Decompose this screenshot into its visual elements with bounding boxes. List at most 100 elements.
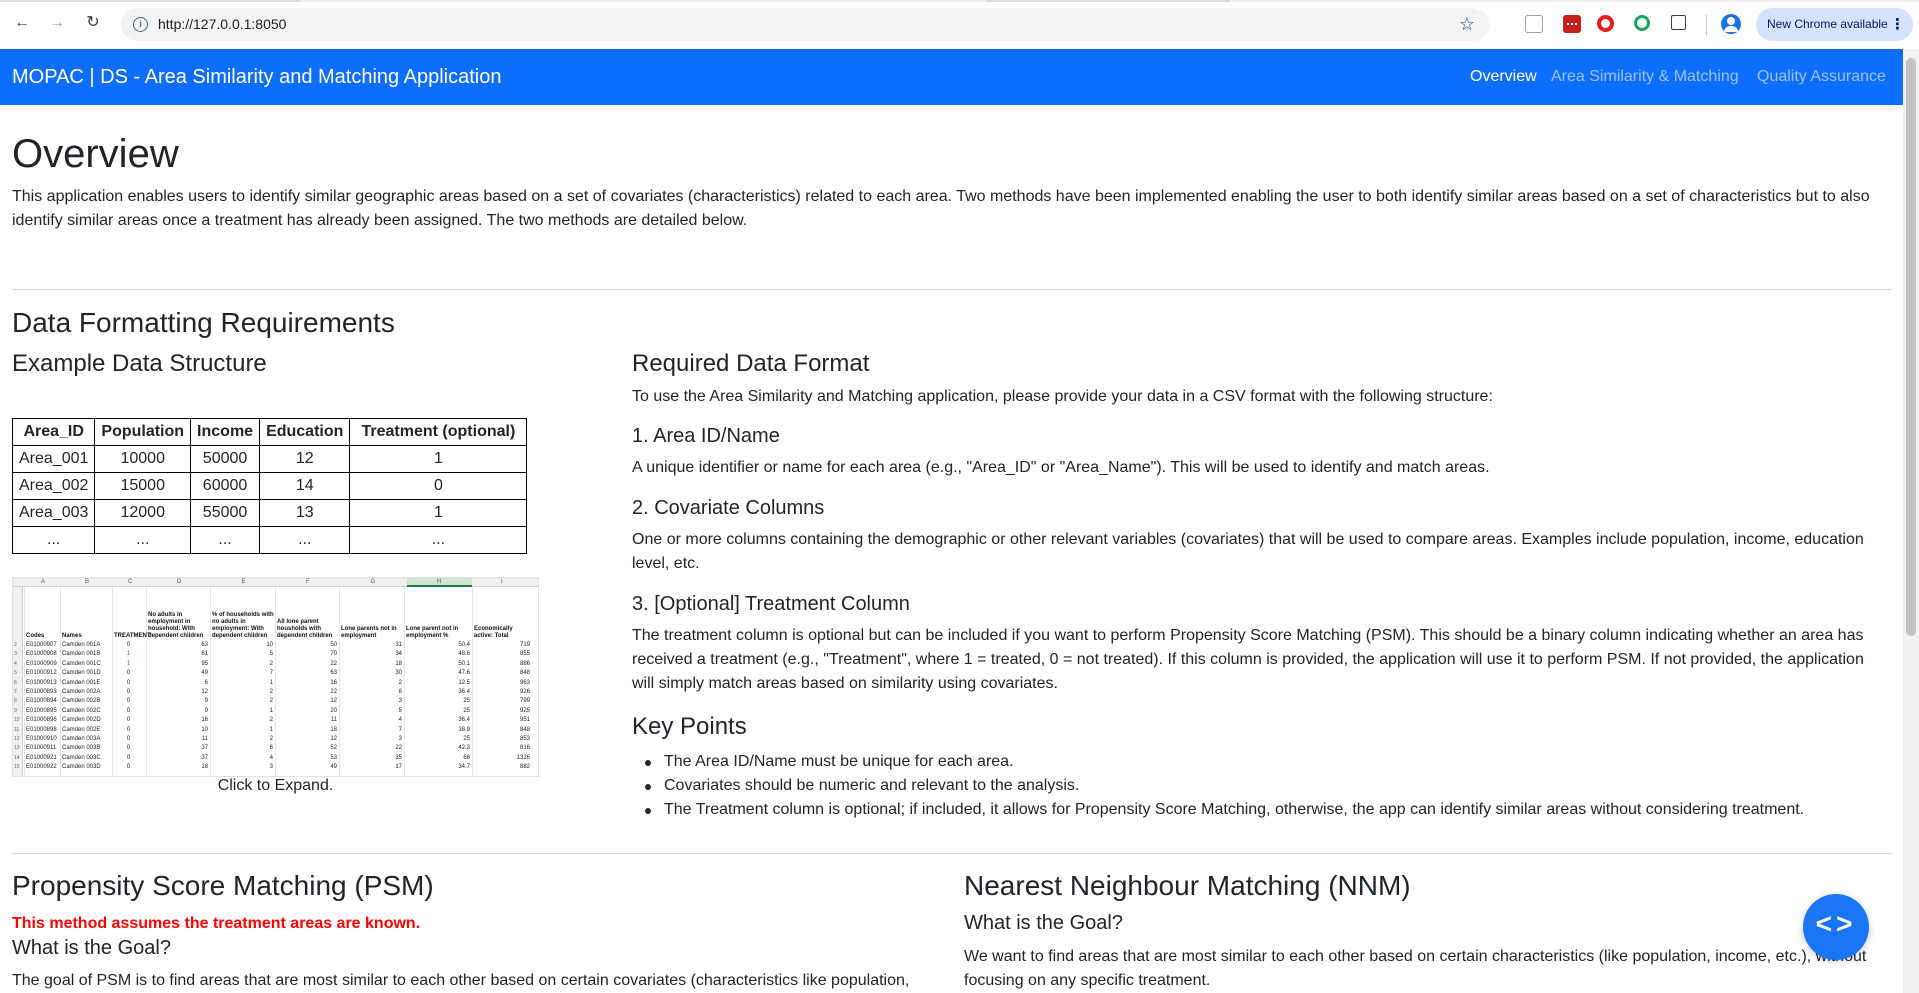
sheet-row-number: 6 — [14, 679, 17, 686]
section-text-treatment-3: will simply match areas based on similar… — [632, 675, 1058, 692]
sheet-cell: 2 — [269, 660, 273, 667]
list-item: The Treatment column is optional; if inc… — [632, 798, 1892, 822]
reload-icon[interactable]: ↻ — [83, 13, 103, 33]
sheet-cell: 1 — [126, 651, 131, 658]
sync-extension-icon[interactable] — [1634, 15, 1650, 31]
sheet-cell: 6 — [204, 679, 208, 686]
table-cell: Area_002 — [11, 472, 96, 500]
red-extension-icon[interactable] — [1563, 15, 1581, 33]
section-title-covariates: 2. Covariate Columns — [632, 497, 825, 519]
sheet-cell: E01000896 — [26, 717, 57, 724]
sheet-cell: 0 — [126, 689, 131, 695]
sheet-cell: 53 — [330, 754, 337, 761]
code-toggle-button[interactable]: <> — [1803, 894, 1869, 960]
sheet-cell: 925 — [519, 707, 530, 714]
profile-icon[interactable] — [1721, 14, 1741, 34]
psm-title: Propensity Score Matching (PSM) — [12, 870, 434, 901]
sheet-header-cell: Names — [62, 633, 82, 639]
sheet-cell: Camden 002B — [62, 698, 101, 705]
data-formatting-title: Data Formatting Requirements — [12, 307, 395, 338]
sheet-cell: 0 — [126, 754, 131, 761]
app-navbar: MOPAC | DS - Area Similarity and Matchin… — [0, 49, 1903, 105]
sheet-cell: E01000894 — [26, 698, 57, 705]
sheet-cell: 8 — [398, 689, 402, 695]
sheet-cell: 853 — [519, 736, 530, 742]
spreadsheet-preview-image[interactable]: A B C D E F G H I Codes Names TREATMENT No adults in… — [12, 577, 539, 777]
back-arrow-icon[interactable]: ← — [12, 13, 32, 33]
sheet-cell: 50 — [330, 642, 337, 648]
nav-area-similarity-matching[interactable]: Area Similarity & Matching — [1551, 68, 1739, 86]
app-brand[interactable]: MOPAC | DS - Area Similarity and Matchin… — [12, 66, 501, 89]
browser-toolbar: ← → ↻ i http://127.0.0.1:8050 ☆ New Chro… — [0, 0, 1919, 49]
sheet-cell: 3 — [269, 764, 273, 771]
sheet-cell: 926 — [519, 689, 530, 695]
sheet-cell: 848 — [519, 726, 530, 733]
sheet-cell: Camden 001C — [62, 660, 101, 667]
forward-arrow-icon[interactable]: → — [47, 13, 67, 33]
sheet-row-number: 4 — [14, 660, 17, 667]
sheet-row-number: 9 — [14, 707, 17, 714]
sheet-cell: Camden 001E — [62, 679, 101, 686]
table-cell: Area_001 — [11, 445, 96, 473]
sheet-cell: E01000909 — [26, 660, 57, 667]
nav-overview[interactable]: Overview — [1470, 68, 1537, 86]
sheet-cell: 38.9 — [458, 726, 470, 733]
sheet-header-cell: All lone parent housholds with dependent… — [277, 619, 333, 639]
sheet-cell: 25 — [463, 707, 470, 714]
chrome-update-button[interactable]: New Chrome available ⋮ — [1756, 8, 1913, 41]
table-cell: ... — [11, 526, 96, 554]
scrollbar-thumb[interactable] — [1906, 58, 1916, 636]
sheet-cell: E01000921 — [26, 754, 57, 761]
page-title: Overview — [12, 132, 179, 176]
sheet-cell: 3 — [398, 736, 402, 742]
sheet-cell: 0 — [126, 726, 131, 733]
address-bar[interactable]: i http://127.0.0.1:8050 ☆ — [121, 8, 1489, 41]
sheet-cell: 1 — [269, 726, 273, 733]
sheet-row-number: 11 — [14, 726, 20, 733]
sheet-cell: 11 — [201, 736, 208, 742]
document-extension-icon[interactable] — [1525, 15, 1543, 33]
sheet-cell: 12 — [330, 698, 337, 705]
psm-warning: This method assumes the treatment areas … — [12, 915, 421, 932]
sheet-cell: 0 — [126, 736, 131, 742]
nav-quality-assurance[interactable]: Quality Assurance — [1757, 68, 1886, 86]
sheet-cell: 882 — [519, 764, 530, 771]
sheet-cell: E01000908 — [26, 651, 57, 658]
sheet-cell: 16 — [201, 717, 208, 724]
puzzle-extensions-icon[interactable] — [1671, 15, 1686, 30]
example-data-table: Area_ID Population Income Education Trea… — [11, 418, 528, 554]
sheet-cell: 95 — [201, 660, 208, 667]
sheet-cell: 49 — [201, 670, 208, 677]
opera-extension-icon[interactable] — [1597, 15, 1614, 32]
sheet-column-letter: I — [501, 579, 503, 585]
sheet-cell: 3 — [398, 698, 402, 705]
nnm-goal-title: What is the Goal? — [964, 912, 1123, 934]
sheet-row-number: 10 — [14, 717, 20, 724]
sheet-cell: E01000893 — [26, 689, 57, 695]
kebab-menu-icon[interactable]: ⋮ — [1890, 8, 1905, 41]
sheet-cell: 22 — [395, 745, 402, 752]
star-icon[interactable]: ☆ — [1459, 14, 1475, 35]
sheet-row-number: 12 — [14, 736, 20, 742]
sheet-grid-line — [24, 587, 25, 776]
sheet-cell: Camden 002E — [62, 726, 101, 733]
sheet-column-letter: H — [437, 579, 442, 585]
section-text-treatment-2: received a treatment (e.g., "Treatment",… — [632, 651, 1864, 668]
section-text-treatment-1: The treatment column is optional but can… — [632, 627, 1864, 644]
expand-caption[interactable]: Click to Expand. — [12, 777, 539, 795]
sheet-cell: 799 — [519, 698, 530, 705]
required-format-intro: To use the Area Similarity and Matching … — [632, 388, 1493, 405]
table-cell: 15000 — [94, 472, 192, 500]
nnm-goal-text-1: We want to find areas that are most simi… — [964, 948, 1867, 965]
sheet-cell: E01000898 — [26, 726, 57, 733]
sheet-cell: E01000922 — [26, 764, 57, 771]
info-icon[interactable]: i — [133, 17, 148, 32]
sheet-cell: E01000913 — [26, 679, 57, 686]
sheet-header-cell: Lone parents not in employment — [341, 626, 397, 639]
sheet-cell: 2 — [269, 736, 273, 742]
list-item: Covariates should be numeric and relevan… — [632, 774, 1892, 798]
sheet-cell: 22 — [330, 689, 337, 695]
sheet-header-cell: Codes — [26, 633, 45, 639]
sheet-cell: 22 — [330, 660, 337, 667]
sheet-cell: 7 — [269, 670, 273, 677]
